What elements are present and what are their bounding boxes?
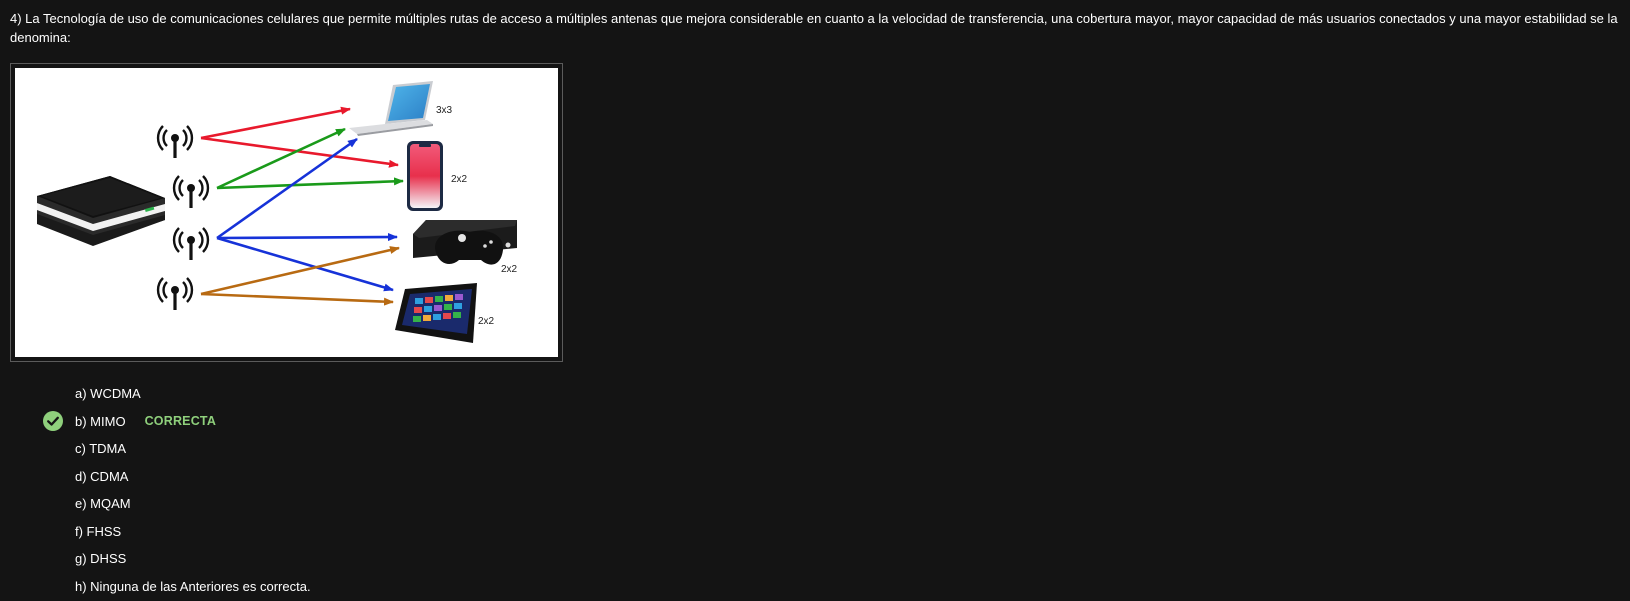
option-b[interactable]: b) MIMO CORRECTA (75, 411, 216, 431)
option-f[interactable]: f) FHSS (75, 521, 121, 541)
phone-icon (407, 141, 443, 211)
mimo-diagram-figure: 3x3 2x2 2x2 2x2 (10, 63, 563, 362)
antenna-icon (172, 227, 210, 260)
option-label: e) MQAM (75, 495, 131, 511)
option-label: h) Ninguna de las Anteriores es correcta… (75, 578, 311, 594)
option-e[interactable]: e) MQAM (75, 493, 131, 513)
check-circle-icon (43, 411, 63, 431)
game-console-icon (413, 220, 517, 265)
tablet-icon (395, 283, 477, 343)
red-arrow (200, 136, 399, 168)
laptop-icon (349, 81, 433, 136)
mimo-diagram: 3x3 2x2 2x2 2x2 (15, 68, 558, 357)
option-label: a) WCDMA (75, 385, 141, 401)
question-text: 4) La Tecnología de uso de comunicacione… (10, 11, 1618, 45)
router-icon (37, 176, 165, 246)
signal-paths (200, 106, 404, 306)
red-arrow (200, 106, 351, 140)
phone-mimo-label: 2x2 (451, 174, 468, 185)
orange-arrow (200, 292, 394, 306)
option-h[interactable]: h) Ninguna de las Anteriores es correcta… (75, 576, 311, 596)
option-label: f) FHSS (75, 523, 122, 539)
antenna-icon (172, 175, 210, 208)
option-label: g) DHSS (75, 550, 127, 566)
option-g[interactable]: g) DHSS (75, 548, 126, 568)
option-label: d) CDMA (75, 468, 129, 484)
tablet-mimo-label: 2x2 (478, 316, 495, 327)
green-arrow (216, 127, 346, 190)
antenna-icon (156, 277, 194, 310)
option-d[interactable]: d) CDMA (75, 466, 128, 486)
correct-badge: CORRECTA (144, 414, 217, 428)
console-mimo-label: 2x2 (501, 264, 518, 275)
option-a[interactable]: a) WCDMA (75, 383, 141, 403)
antenna-icon (156, 125, 194, 158)
blue-arrow (216, 233, 398, 242)
laptop-mimo-label: 3x3 (436, 105, 453, 116)
green-arrow (216, 177, 404, 190)
blue-arrow (216, 236, 394, 292)
orange-arrow (200, 246, 400, 296)
option-label: c) TDMA (75, 440, 127, 456)
option-c[interactable]: c) TDMA (75, 438, 126, 458)
option-label: b) MIMO (75, 413, 126, 429)
